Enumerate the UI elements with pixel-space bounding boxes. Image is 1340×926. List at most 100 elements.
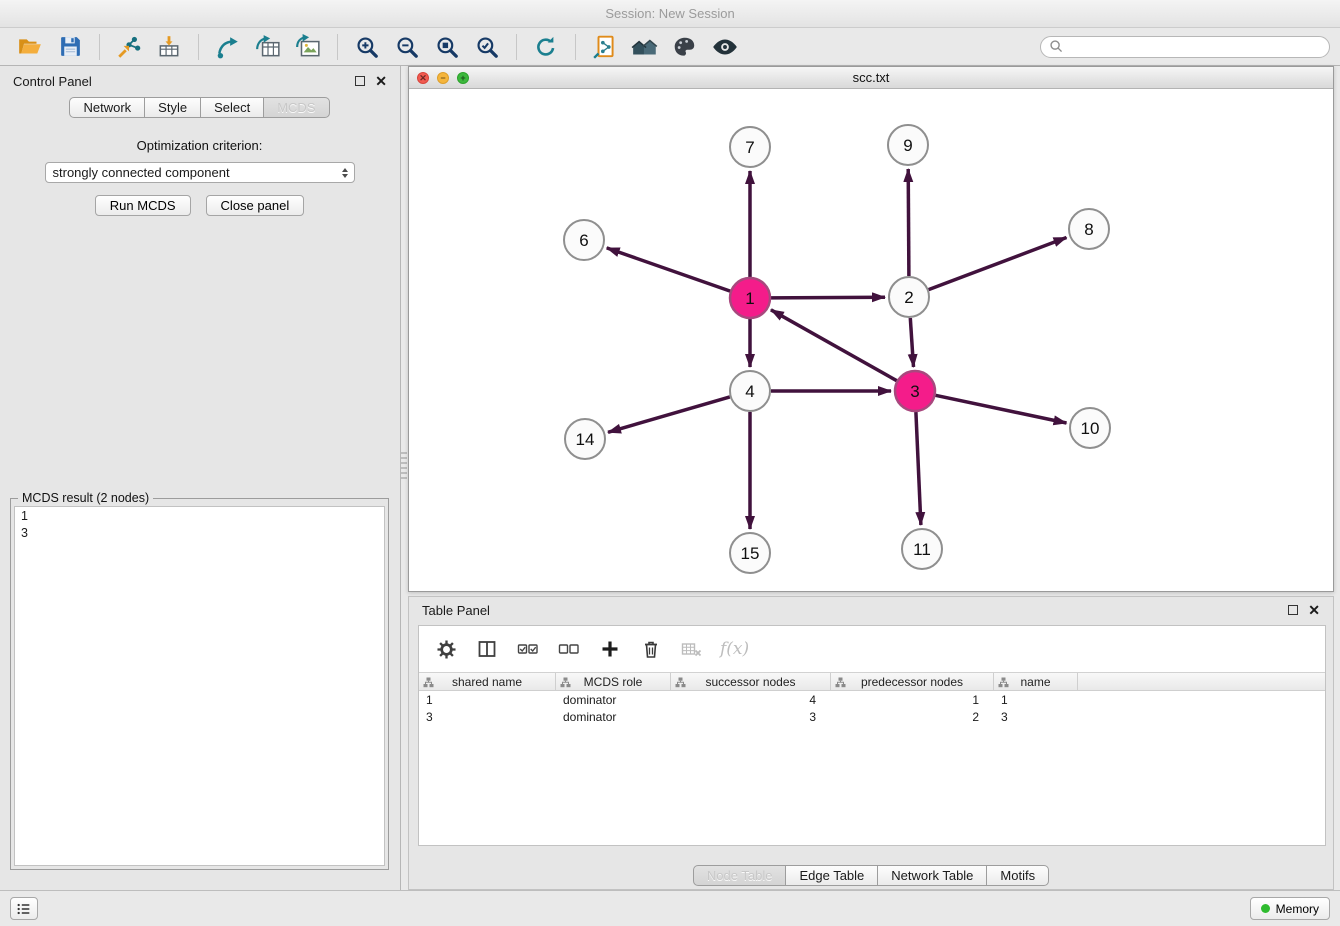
column-sort-icon <box>675 677 686 688</box>
graph-node-3[interactable]: 3 <box>895 371 935 411</box>
edge-3-to-10[interactable] <box>936 395 1067 423</box>
panel-splitter-handle[interactable] <box>401 452 407 480</box>
node-label: 4 <box>745 382 754 401</box>
create-column-button[interactable] <box>597 636 623 662</box>
criterion-selected-value: strongly connected component <box>53 165 230 180</box>
close-network-window-button[interactable]: ✕ <box>417 72 429 84</box>
table-header-row: shared nameMCDS rolesuccessor nodesprede… <box>419 672 1325 691</box>
graph-node-6[interactable]: 6 <box>564 220 604 260</box>
network-graph: 7 9 6 8 1 2 4 3 10 14 15 11 <box>409 89 1333 591</box>
delete-table-button[interactable] <box>679 636 705 662</box>
column-header-successor-nodes[interactable]: successor nodes <box>671 673 831 690</box>
network-from-document-button[interactable] <box>585 30 625 64</box>
graph-node-14[interactable]: 14 <box>565 419 605 459</box>
memory-status-icon <box>1261 904 1270 913</box>
column-header-MCDS-role[interactable]: MCDS role <box>556 673 671 690</box>
task-history-button[interactable] <box>10 897 38 920</box>
column-header-predecessor-nodes[interactable]: predecessor nodes <box>831 673 994 690</box>
maximize-network-window-button[interactable]: + <box>457 72 469 84</box>
memory-button[interactable]: Memory <box>1250 897 1330 920</box>
graph-node-7[interactable]: 7 <box>730 127 770 167</box>
column-header-name[interactable]: name <box>994 673 1078 690</box>
control-tab-mcds[interactable]: MCDS <box>263 97 329 118</box>
toolbar-separator <box>337 34 338 60</box>
close-panel-button[interactable]: Close panel <box>206 195 305 216</box>
graph-node-10[interactable]: 10 <box>1070 408 1110 448</box>
import-table-button[interactable] <box>149 30 189 64</box>
table-settings-button[interactable] <box>433 636 459 662</box>
delete-column-button[interactable] <box>638 636 664 662</box>
float-table-panel-icon[interactable] <box>1288 605 1298 615</box>
refresh-button[interactable] <box>526 30 566 64</box>
task-list-icon <box>16 901 32 917</box>
show-columns-button[interactable] <box>474 636 500 662</box>
export-image-button[interactable] <box>288 30 328 64</box>
show-hide-button[interactable] <box>705 30 745 64</box>
control-tab-select[interactable]: Select <box>200 97 264 118</box>
edge-4-to-14[interactable] <box>608 397 730 432</box>
criterion-select[interactable]: strongly connected component <box>45 162 355 183</box>
control-panel-header: Control Panel ✕ <box>0 66 400 96</box>
import-network-button[interactable] <box>109 30 149 64</box>
unselect-all-columns-button[interactable] <box>556 636 582 662</box>
style-button[interactable] <box>665 30 705 64</box>
network-window-title: scc.txt <box>853 70 890 85</box>
control-tab-network[interactable]: Network <box>69 97 145 118</box>
table-row[interactable]: 3dominator323 <box>419 708 1325 725</box>
search-box[interactable] <box>1040 36 1330 58</box>
float-panel-icon[interactable] <box>355 76 365 86</box>
zoom-selected-button[interactable] <box>467 30 507 64</box>
run-mcds-button[interactable]: Run MCDS <box>95 195 191 216</box>
column-header-filler <box>1078 673 1325 690</box>
close-panel-icon[interactable]: ✕ <box>375 74 387 88</box>
graph-node-8[interactable]: 8 <box>1069 209 1109 249</box>
edge-2-to-9[interactable] <box>908 169 909 276</box>
columns-icon <box>477 639 497 659</box>
main-toolbar <box>0 28 1340 66</box>
minimize-network-window-button[interactable]: − <box>437 72 449 84</box>
edge-3-to-11[interactable] <box>916 412 921 525</box>
cell-shared-name: 1 <box>419 693 556 707</box>
eye-icon <box>711 34 739 60</box>
graph-node-1[interactable]: 1 <box>730 278 770 318</box>
zoom-fit-button[interactable] <box>427 30 467 64</box>
zoom-out-button[interactable] <box>387 30 427 64</box>
search-input[interactable] <box>1069 40 1321 54</box>
table-row[interactable]: 1dominator411 <box>419 691 1325 708</box>
graph-node-11[interactable]: 11 <box>902 529 942 569</box>
cell-predecessor-nodes: 1 <box>831 693 994 707</box>
graph-node-2[interactable]: 2 <box>889 277 929 317</box>
toolbar-separator <box>575 34 576 60</box>
zoom-in-button[interactable] <box>347 30 387 64</box>
edge-2-to-8[interactable] <box>929 238 1067 290</box>
cell-shared-name: 3 <box>419 710 556 724</box>
edge-3-to-1[interactable] <box>771 310 897 381</box>
graph-node-15[interactable]: 15 <box>730 533 770 573</box>
open-file-button[interactable] <box>10 30 50 64</box>
control-tab-style[interactable]: Style <box>144 97 201 118</box>
network-canvas[interactable]: 7 9 6 8 1 2 4 3 10 14 15 11 <box>409 89 1333 591</box>
table-tab-edge-table[interactable]: Edge Table <box>785 865 878 886</box>
graph-node-4[interactable]: 4 <box>730 371 770 411</box>
table-tab-node-table[interactable]: Node Table <box>693 865 787 886</box>
mcds-result-text: 1 3 <box>14 506 385 866</box>
gear-icon <box>436 639 457 660</box>
node-label: 1 <box>745 289 754 308</box>
trash-icon <box>641 639 661 659</box>
column-header-shared-name[interactable]: shared name <box>419 673 556 690</box>
select-all-columns-button[interactable] <box>515 636 541 662</box>
edge-2-to-3[interactable] <box>910 318 913 367</box>
close-table-panel-icon[interactable]: ✕ <box>1308 603 1320 617</box>
table-tab-motifs[interactable]: Motifs <box>986 865 1049 886</box>
home-button[interactable] <box>625 30 665 64</box>
table-tab-network-table[interactable]: Network Table <box>877 865 987 886</box>
function-builder-button[interactable]: f(x) <box>720 636 749 662</box>
network-window-titlebar[interactable]: ✕ − + scc.txt <box>409 67 1333 89</box>
edge-1-to-6[interactable] <box>607 248 731 291</box>
new-table-button[interactable] <box>248 30 288 64</box>
edge-1-to-2[interactable] <box>771 297 885 298</box>
graph-node-9[interactable]: 9 <box>888 125 928 165</box>
new-network-button[interactable] <box>208 30 248 64</box>
save-session-button[interactable] <box>50 30 90 64</box>
node-label: 8 <box>1084 220 1093 239</box>
